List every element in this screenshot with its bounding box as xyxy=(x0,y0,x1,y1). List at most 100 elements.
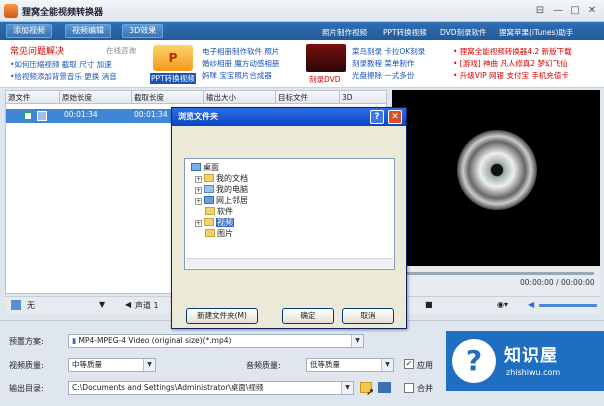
promo-link[interactable]: • 升级VIP 网银 支付宝 手机充值卡 xyxy=(453,70,569,81)
add-video-button[interactable]: 添加视频 xyxy=(6,24,52,38)
expand-icon[interactable]: + xyxy=(195,198,202,205)
cut-length-cell: 00:01:34 xyxy=(134,110,168,119)
expand-icon[interactable]: + xyxy=(195,220,202,227)
app-logo-icon xyxy=(4,4,18,18)
tree-node-pictures[interactable]: 图片 xyxy=(205,228,233,239)
camera-icon[interactable]: ◉▾ xyxy=(497,300,508,309)
chevron-down-icon[interactable]: ▼ xyxy=(351,335,363,347)
cancel-button[interactable]: 取消 xyxy=(342,308,394,324)
new-folder-button[interactable]: 新建文件夹(M) xyxy=(186,308,258,324)
folder-tree[interactable]: 桌面 + 我的文档 + 我的电脑 + 网上邻居 软件 + 视频 图片 xyxy=(184,158,395,270)
audio-track-select[interactable]: 声道 1 xyxy=(135,300,159,311)
video-file-icon xyxy=(37,111,47,121)
dvd-thumbnail-icon[interactable] xyxy=(306,44,346,72)
promo-link[interactable]: 刻录教程 菜单制作 xyxy=(352,58,414,69)
help-button[interactable]: ? xyxy=(370,110,384,124)
window-title: 狸窝全能视频转换器 xyxy=(22,8,104,18)
video-quality-label: 视频质量: xyxy=(9,361,44,370)
tree-node-software[interactable]: 软件 xyxy=(205,206,233,217)
photo-to-video-link[interactable]: 照片制作视频 xyxy=(322,27,367,38)
stop-icon[interactable]: ■ xyxy=(425,300,433,309)
tree-node-computer[interactable]: + 我的电脑 xyxy=(195,184,248,195)
ppt-icon[interactable]: P xyxy=(153,45,193,71)
preset-value: MP4-MPEG-4 Video (original size)(*.mp4) xyxy=(78,336,232,345)
close-button[interactable]: ✕ xyxy=(585,4,599,17)
ok-button[interactable]: 确定 xyxy=(282,308,334,324)
dialog-close-button[interactable]: ✕ xyxy=(388,110,402,124)
volume-icon[interactable]: ◀ xyxy=(528,300,534,309)
merge-checkbox[interactable] xyxy=(404,383,414,393)
volume-slider[interactable] xyxy=(539,304,597,307)
horizontal-scrollbar[interactable] xyxy=(186,258,393,268)
folder-icon xyxy=(205,207,215,215)
chevron-down-icon[interactable]: ▼ xyxy=(341,382,353,394)
itunes-helper-link[interactable]: 狸窝苹果(iTunes)助手 xyxy=(499,27,573,38)
online-consult-link[interactable]: 在线咨询 xyxy=(106,45,136,56)
tree-node-documents[interactable]: + 我的文档 xyxy=(195,173,248,184)
tree-node-video[interactable]: + 视频 xyxy=(195,217,234,228)
timeline-panel: 00:00:00 / 00:00:00 xyxy=(392,266,600,296)
apply-all-label: 应用 xyxy=(417,361,433,370)
promo-banner: 常见问题解决 在线咨询 •如何压缩视频 截取 尺寸 加速 •给视频添加背景音乐 … xyxy=(0,40,604,88)
column-header-output-size[interactable]: 输出大小 xyxy=(204,91,276,104)
faq-item[interactable]: •如何压缩视频 截取 尺寸 加速 xyxy=(10,59,112,70)
chevron-down-icon[interactable]: ▼ xyxy=(143,359,155,371)
skin-icon[interactable]: ⊟ xyxy=(533,4,547,17)
output-dir-label: 输出目录: xyxy=(9,384,44,393)
ppt-label[interactable]: PPT转换视频 xyxy=(150,73,196,84)
column-header-original-length[interactable]: 原始长度 xyxy=(60,91,132,104)
expand-icon[interactable]: + xyxy=(195,176,202,183)
speaker-icon: ◀ xyxy=(125,300,132,309)
folder-icon xyxy=(204,174,214,182)
column-header-target-file[interactable]: 目标文件 xyxy=(276,91,340,104)
ppt-to-video-link[interactable]: PPT转换视频 xyxy=(383,27,427,38)
minimize-button[interactable]: — xyxy=(551,4,565,17)
film-reel-image xyxy=(457,130,537,210)
preset-select[interactable]: ▮ MP4-MPEG-4 Video (original size)(*.mp4… xyxy=(68,334,364,348)
video-preview xyxy=(392,90,600,266)
browse-folder-dialog: 浏览文件夹 ? ✕ 桌面 + 我的文档 + 我的电脑 + 网上邻居 软件 + 视频 图片… xyxy=(171,107,407,329)
video-quality-value: 中等质量 xyxy=(72,360,102,369)
chevron-down-icon[interactable]: ▼ xyxy=(381,359,393,371)
subtitle-dropdown-icon[interactable]: ▼ xyxy=(99,300,105,309)
dvd-label[interactable]: 刻录DVD xyxy=(309,74,341,85)
promo-link[interactable]: • [游戏] 神曲 凡人修真2 梦幻飞仙 xyxy=(453,58,568,69)
tree-node-network[interactable]: + 网上邻居 xyxy=(195,195,248,206)
column-header-source[interactable]: 源文件 xyxy=(6,91,60,104)
seek-slider[interactable] xyxy=(398,272,594,275)
audio-quality-select[interactable]: 低等质量 ▼ xyxy=(306,358,394,372)
title-bar: 狸窝全能视频转换器 ⊟ — □ ✕ xyxy=(0,0,604,22)
column-header-3d[interactable]: 3D xyxy=(340,91,387,104)
video-quality-select[interactable]: 中等质量 ▼ xyxy=(68,358,156,372)
tree-node-desktop[interactable]: 桌面 xyxy=(191,162,219,173)
folder-icon xyxy=(204,218,214,226)
open-folder-icon[interactable] xyxy=(378,382,391,393)
faq-title[interactable]: 常见问题解决 xyxy=(10,44,64,57)
selected-folder-label: 视频 xyxy=(216,218,234,227)
column-header-cut-length[interactable]: 截取长度 xyxy=(132,91,204,104)
subtitle-icon xyxy=(11,300,21,310)
faq-item[interactable]: •给视频添加背景音乐 更换 消音 xyxy=(10,71,117,82)
network-icon xyxy=(204,196,214,204)
subtitle-select[interactable]: 无 xyxy=(27,300,35,311)
promo-link[interactable]: 婚纱相册 魔方动感相册 xyxy=(202,58,279,69)
audio-quality-value: 低等质量 xyxy=(310,360,340,369)
watermark-logo-icon: ? xyxy=(452,339,496,383)
edit-video-button[interactable]: 视频编辑 xyxy=(65,24,111,38)
promo-link[interactable]: 光盘擦除 一式多份 xyxy=(352,70,414,81)
promo-link[interactable]: • 狸窝全能视频转换器4.2 新版下载 xyxy=(453,46,572,57)
apply-all-checkbox[interactable]: ✓ xyxy=(404,359,414,369)
maximize-button[interactable]: □ xyxy=(568,4,582,17)
promo-link[interactable]: 电子相册制作软件 照片 xyxy=(202,46,279,57)
output-dir-input[interactable]: C:\Documents and Settings\Administrator\… xyxy=(68,381,354,395)
promo-link[interactable]: 妈咪 宝宝照片合成器 xyxy=(202,70,272,81)
desktop-icon xyxy=(191,163,201,171)
folder-icon xyxy=(205,229,215,237)
computer-icon xyxy=(204,185,214,193)
watermark: ? 知识屋 zhishiwu.com xyxy=(446,331,604,391)
expand-icon[interactable]: + xyxy=(195,187,202,194)
row-checkbox[interactable] xyxy=(24,112,32,120)
promo-link[interactable]: 菜鸟刻录 卡拉OK刻录 xyxy=(352,46,425,57)
dvd-burn-link[interactable]: DVD刻录软件 xyxy=(440,27,487,38)
3d-effects-button[interactable]: 3D效果 xyxy=(122,24,164,38)
